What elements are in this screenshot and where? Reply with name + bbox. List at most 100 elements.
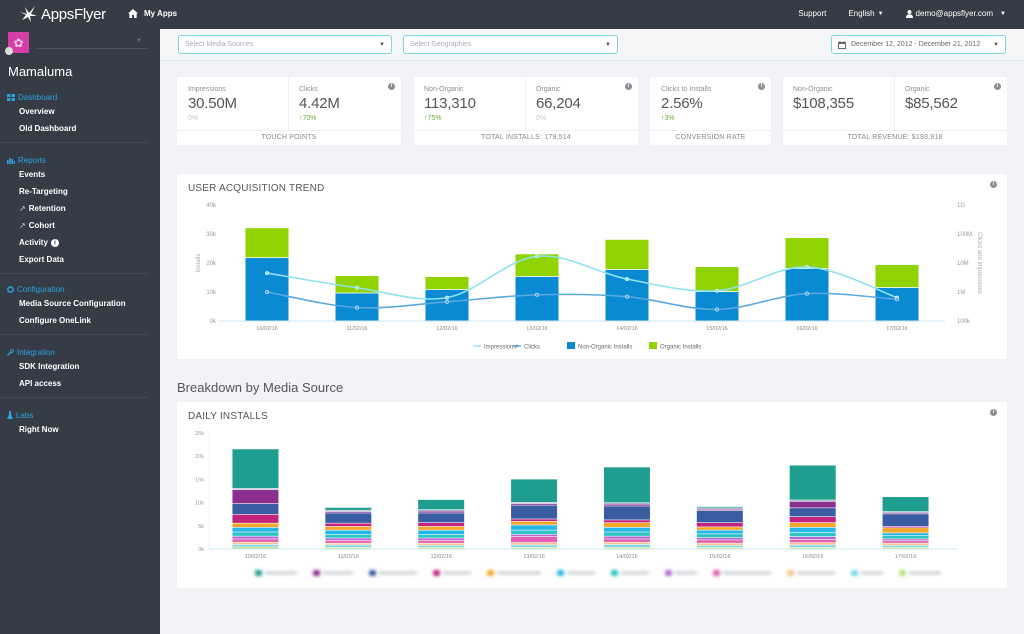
bar-segment (511, 505, 558, 519)
breakdown-section-title: Breakdown by Media Source (177, 380, 344, 395)
bar-segment (603, 539, 650, 542)
language-dropdown[interactable]: English ▼ (848, 9, 883, 18)
bar-segment (882, 526, 929, 528)
legend-swatch (713, 570, 720, 576)
logo-text: AppsFlyer (41, 5, 106, 23)
info-icon[interactable]: i (994, 83, 1001, 90)
app-status-dot (5, 47, 13, 55)
x-tick-label: 14/02/16 (616, 326, 637, 332)
nav-item-label: API access (19, 379, 62, 388)
my-apps-link[interactable]: My Apps (128, 9, 177, 18)
sidebar-item-configure-onelink[interactable]: Configure OneLink (0, 312, 148, 329)
support-link[interactable]: Support (798, 9, 826, 18)
bar-segment (603, 504, 650, 506)
bar-segment (511, 536, 558, 543)
bar-segment (232, 547, 279, 549)
sidebar-item-activity[interactable]: Activity i (0, 234, 148, 251)
kpi-footer: TOTAL INSTALLS: 179,514 (414, 130, 638, 145)
bar-segment (511, 534, 558, 537)
sidebar-item-retention[interactable]: ↗ Retention (0, 200, 148, 217)
kpi-value: $85,562 (905, 95, 958, 112)
sidebar-item-re-targeting[interactable]: Re-Targeting (0, 183, 148, 200)
bar-segment (789, 547, 836, 549)
legend-label-blurred (621, 571, 649, 575)
kpi-non-organic-installs: Non-Organic 113,310 ↑75% (424, 86, 476, 122)
x-tick-label: 17/02/16 (886, 326, 907, 332)
nav-section-header[interactable]: Labs (0, 407, 148, 421)
bar-segment (882, 511, 929, 513)
sidebar-item-events[interactable]: Events (0, 166, 148, 183)
bar-segment (418, 543, 465, 546)
bar-segment (603, 523, 650, 528)
appsflyer-logo[interactable]: AppsFlyer (18, 5, 106, 23)
sidebar-item-right-now[interactable]: Right Now (0, 421, 148, 438)
sidebar-item-cohort[interactable]: ↗ Cohort (0, 217, 148, 234)
geographies-select[interactable]: Select Geographies ▼ (403, 35, 618, 54)
nav-item-label: Media Source Configuration (19, 299, 126, 308)
point-clicks (354, 305, 360, 310)
point-impressions (534, 254, 540, 259)
info-icon[interactable]: i (50, 238, 59, 247)
kpi-value: 113,310 (424, 95, 476, 112)
info-icon[interactable]: i (388, 83, 395, 90)
y-tick-label: 20k (195, 454, 204, 460)
bar-segment (696, 537, 743, 540)
info-icon[interactable]: i (758, 83, 765, 90)
x-tick-label: 17/02/16 (895, 554, 916, 560)
bar-segment (418, 510, 465, 511)
right-y-axis: 100k 1M 10M 100M 1G Clicks and Impressions (957, 203, 982, 325)
kpi-card-revenue: Non-Organic $108,355 Organic $85,562 i T… (783, 77, 1007, 145)
nav-section-header[interactable]: Configuration (0, 281, 148, 295)
bar-segment (696, 509, 743, 511)
sidebar-item-old-dashboard[interactable]: Old Dashboard (0, 120, 148, 137)
x-tick-label: 12/02/16 (430, 554, 451, 560)
user-menu[interactable]: demo@appsflyer.com ▼ (905, 9, 1006, 18)
bar-segment (603, 532, 650, 536)
y2-tick-label: 10M (957, 261, 969, 267)
nav-section-header[interactable]: Reports (0, 152, 148, 166)
date-range-picker[interactable]: December 12, 2012 - December 21, 2012 ▼ (831, 35, 1006, 54)
sidebar-item-api-access[interactable]: API access (0, 375, 148, 392)
kpi-change: ↑75% (424, 115, 476, 122)
bar-segment (789, 532, 836, 537)
bar-segment (789, 536, 836, 540)
bar-non-organic-installs (245, 258, 289, 321)
info-icon[interactable]: i (625, 83, 632, 90)
point-clicks (894, 297, 900, 302)
legend-label-blurred (497, 571, 541, 575)
legend-item (851, 570, 883, 576)
legend-label: Organic Installs (660, 345, 701, 351)
chart-legend: Impressions Clicks Non-Organic Installs Org… (473, 342, 701, 351)
bar-segment (511, 503, 558, 505)
bar-segment (232, 542, 279, 545)
stacked-bar (325, 507, 372, 549)
point-impressions (354, 285, 360, 290)
bar-segment (789, 539, 836, 543)
chart-legend (255, 570, 941, 576)
sidebar-item-export-data[interactable]: Export Data (0, 251, 148, 268)
sidebar-item-sdk-integration[interactable]: SDK Integration (0, 358, 148, 375)
bar-segment (882, 528, 929, 533)
external-link-icon: ↗ (19, 204, 26, 213)
media-sources-select[interactable]: Select Media Sources ▼ (178, 35, 392, 54)
y2-tick-label: 1G (957, 203, 965, 209)
legend-swatch (899, 570, 906, 576)
nav-section-header[interactable]: Dashboard (0, 89, 148, 103)
nav-section-header[interactable]: Integration (0, 344, 148, 358)
x-tick-label: 10/02/16 (245, 554, 266, 560)
nav-item-label: Right Now (19, 425, 59, 434)
bar-segment (325, 523, 372, 527)
app-selector[interactable] (36, 48, 148, 49)
caret-down-icon[interactable]: ▼ (136, 38, 142, 44)
nav-section-integration: Integration SDK Integration API access (0, 335, 148, 398)
bar-segment (696, 506, 743, 508)
bar-segment (232, 514, 279, 523)
kpi-label: Organic (536, 86, 561, 93)
sidebar-item-overview[interactable]: Overview (0, 103, 148, 120)
bar-segment (232, 544, 279, 547)
sidebar-item-media-source-configuration[interactable]: Media Source Configuration (0, 295, 148, 312)
bar-segment (511, 479, 558, 502)
point-impressions (804, 264, 810, 270)
bar-organic-installs (875, 265, 919, 288)
bar-segment (882, 513, 929, 514)
